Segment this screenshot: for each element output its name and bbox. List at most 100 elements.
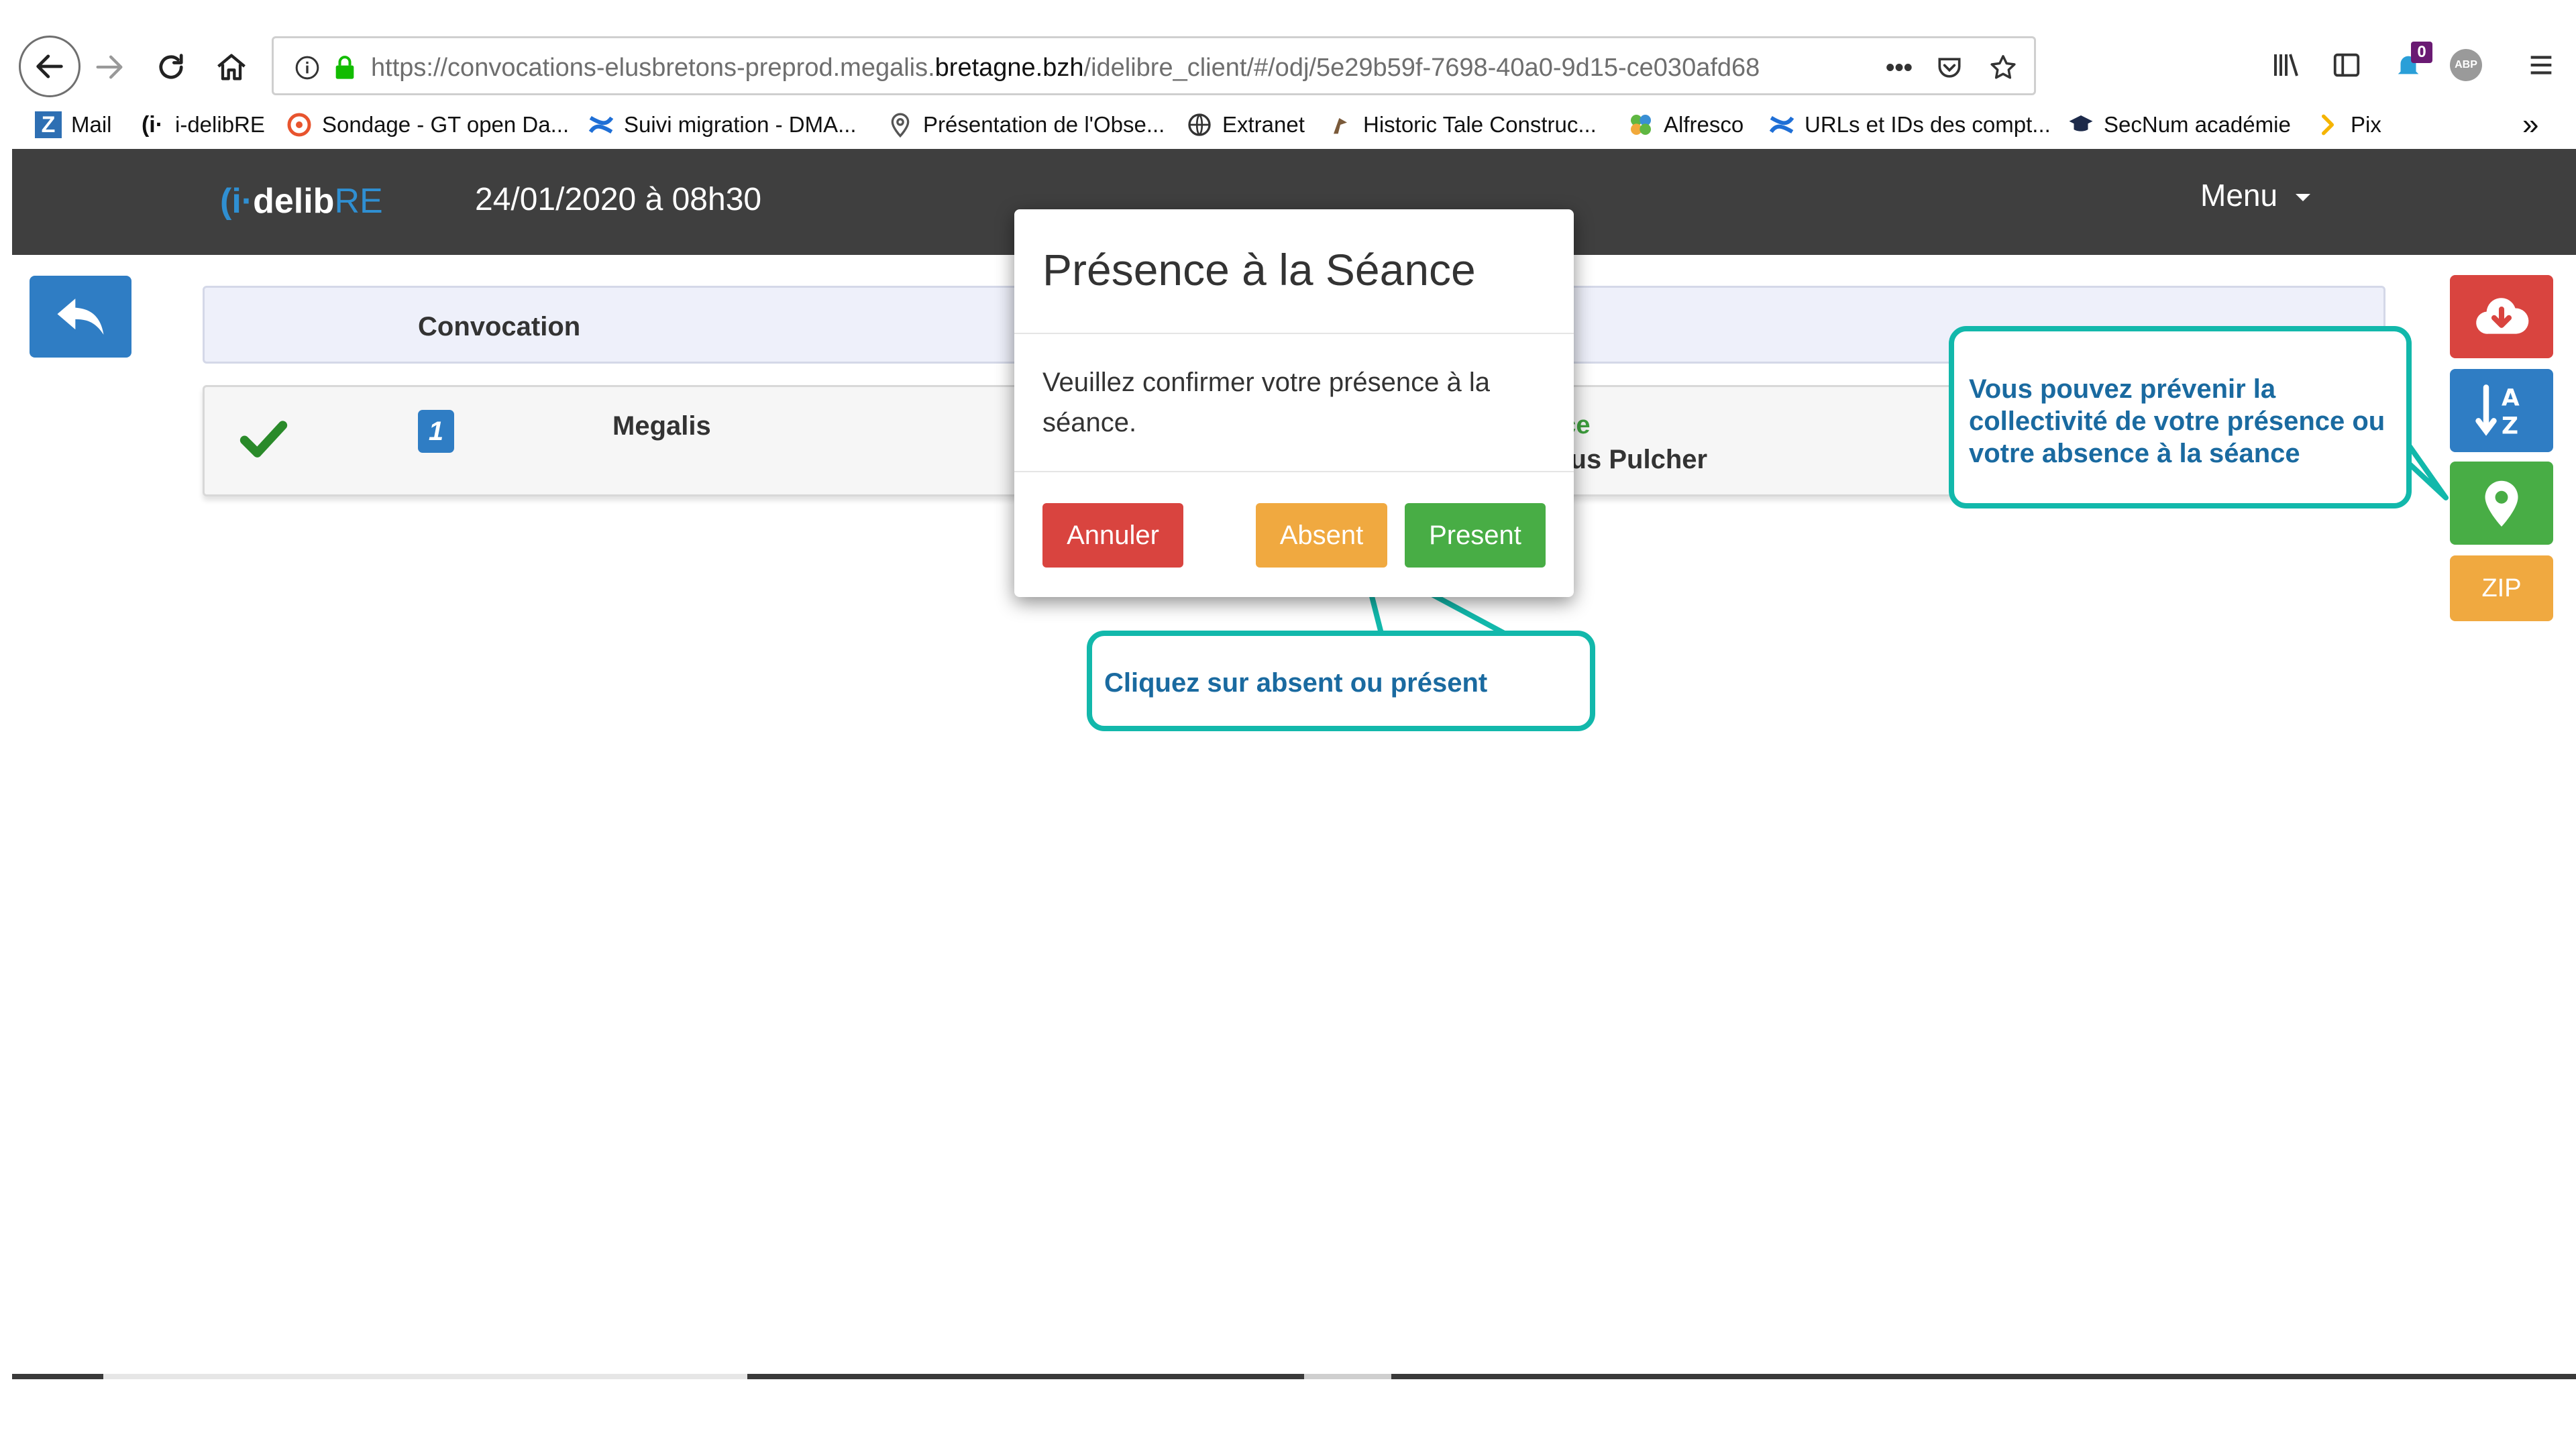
download-button[interactable] [2450,275,2553,358]
bookmarks-toolbar: Z Mail (i· i-delibRE Sondage - GT open D… [0,101,2576,148]
menu-dropdown-button[interactable]: Menu [2200,177,2310,213]
browser-chrome: https://convocations-elusbretons-preprod… [0,0,2576,149]
arrow-right-icon [96,55,123,79]
lock-icon [326,49,364,87]
bookmark-label: SecNum académie [2104,112,2291,137]
bookmarks-overflow-button[interactable]: » [2522,108,2538,141]
adblock-icon: ABP [2450,49,2482,81]
row-name: Megalis [612,411,711,441]
svg-text:A: A [2502,384,2520,411]
scrollbar-track-segment [103,1374,747,1379]
bookmark-label: Mail [71,112,112,137]
callout-modal-hint: Cliquez sur absent ou présent [1087,631,1595,731]
browser-back-button[interactable] [19,36,80,97]
page-actions-button[interactable]: ••• [1880,49,1918,87]
caret-down-icon [2295,194,2310,202]
menu-label: Menu [2200,178,2278,213]
presence-modal: Présence à la Séance Veuillez confirmer … [1014,209,1574,597]
notification-extension-button[interactable]: 0 [2388,42,2432,89]
graduation-cap-icon [2066,110,2096,140]
logo-prefix: (i· [220,182,254,221]
game-icon [1326,110,1355,140]
row-number-badge: 1 [418,410,454,453]
absent-button[interactable]: Absent [1256,503,1387,568]
alfresco-icon [1626,110,1656,140]
zip-download-button[interactable]: ZIP [2450,555,2553,621]
bookmark-item[interactable]: Z Mail [34,109,112,141]
hamburger-icon [2530,56,2552,74]
bookmark-label: Présentation de l'Obse... [923,112,1165,137]
bookmark-label: Historic Tale Construc... [1363,112,1597,137]
svg-text:Z: Z [2502,413,2518,440]
map-marker-icon [2485,480,2518,527]
bookmark-label: URLs et IDs des compt... [1805,112,2051,137]
sort-alpha-icon: AZ [2475,384,2520,440]
callout-modal-text: Cliquez sur absent ou présent [1104,668,1488,698]
hamburger-menu-button[interactable] [2521,42,2561,89]
poll-icon [284,110,314,140]
adblock-label: ABP [2455,59,2477,70]
reply-arrow-icon [57,299,104,335]
bookmark-label: Sondage - GT open Da... [322,112,570,137]
modal-footer-divider [1014,471,1574,472]
notification-badge: 0 [2411,42,2432,63]
globe-icon [1185,110,1214,140]
logo-suffix: RE [334,182,383,221]
url-domain: bretagne.bzh [934,54,1084,82]
cloud-download-icon [2476,298,2529,334]
present-button[interactable]: Present [1405,503,1546,568]
bookmark-item[interactable]: SecNum académie [2066,109,2291,141]
reload-icon [159,54,183,79]
browser-reload-button[interactable] [141,37,201,97]
session-date: 24/01/2020 à 08h30 [475,182,762,217]
callout-side-text: Vous pouvez prévenir la collectivité de … [1969,374,2385,468]
cancel-button[interactable]: Annuler [1042,503,1183,568]
bookmark-item[interactable]: URLs et IDs des compt... [1767,109,2051,141]
bookmark-item[interactable]: Extranet [1185,109,1305,141]
address-bar[interactable]: https://convocations-elusbretons-preprod… [272,36,2036,95]
bookmark-item[interactable]: (i· i-delibRE [138,109,265,141]
bookmark-label: i-delibRE [175,112,265,137]
home-icon [217,54,246,80]
scrollbar-track-segment [1304,1374,1391,1379]
modal-title: Présence à la Séance [1042,245,1476,294]
modal-header-divider [1014,333,1574,334]
bookmark-label: Suivi migration - DMA... [624,112,857,137]
arrow-left-icon [36,54,63,78]
confluence-icon [586,110,616,140]
bookmark-item[interactable]: Pix [2313,109,2381,141]
checkmark-icon [238,413,289,467]
pix-icon [2313,110,2343,140]
bookmark-star-icon[interactable] [1984,49,2022,87]
callout-side-hint: Vous pouvez prévenir la collectivité de … [1949,326,2412,508]
url-prefix: https://convocations-elusbretons-preprod… [371,54,935,82]
bookmark-label: Pix [2351,112,2381,137]
idelibre-icon: (i· [141,111,164,138]
sort-alpha-button[interactable]: AZ [2450,369,2553,452]
bookmark-item[interactable]: Alfresco [1626,109,1743,141]
url-path: /idelibre_client/#/odj/5e29b59f-7698-40a… [1083,54,1760,82]
url-text[interactable]: https://convocations-elusbretons-preprod… [371,50,1780,85]
bookmark-item[interactable]: Sondage - GT open Da... [284,109,569,141]
browser-home-button[interactable] [201,37,262,97]
bookmark-item[interactable]: Présentation de l'Obse... [885,109,1165,141]
library-icon[interactable] [2266,42,2306,89]
bookmark-item[interactable]: Historic Tale Construc... [1326,109,1597,141]
zimbra-icon: Z [34,110,63,140]
adblock-extension-button[interactable]: ABP [2446,42,2486,89]
back-button[interactable] [30,276,131,358]
browser-forward-button[interactable] [79,37,140,97]
confluence-icon [1767,110,1796,140]
pocket-icon[interactable] [1931,49,1968,87]
logo-main: delib [253,182,335,221]
app-logo[interactable]: (i·delibRE [220,181,383,221]
bookmark-label: Extranet [1222,112,1305,137]
modal-body-text: Veuillez confirmer votre présence à la s… [1042,368,1490,437]
presence-button[interactable] [2450,462,2553,545]
bookmark-item[interactable]: Suivi migration - DMA... [586,109,857,141]
info-icon[interactable] [288,49,326,87]
map-pin-icon [885,110,915,140]
sidebar-icon[interactable] [2326,42,2367,89]
column-header-convocation: Convocation [418,312,581,341]
bookmark-label: Alfresco [1664,112,1744,137]
